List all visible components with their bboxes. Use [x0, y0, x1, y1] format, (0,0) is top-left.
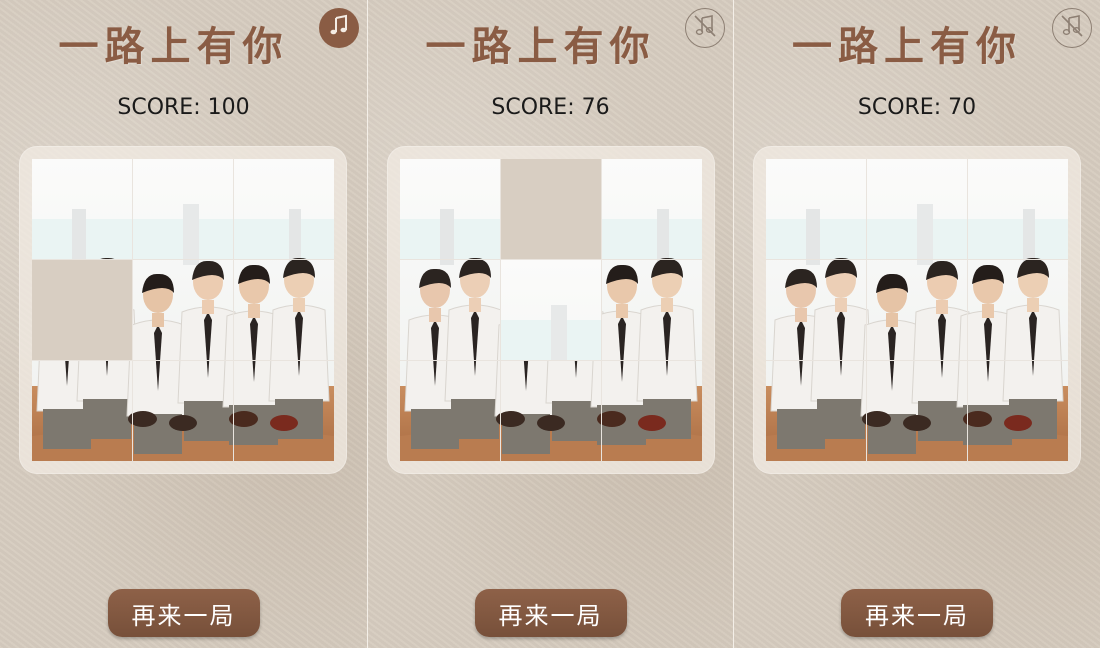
tile-photo-piece: [133, 361, 233, 461]
score-label: SCORE: 70: [857, 95, 977, 120]
puzzle-tile[interactable]: [133, 361, 233, 461]
tile-photo-piece: [32, 361, 132, 461]
puzzle-tile[interactable]: [234, 260, 334, 360]
tile-photo-piece: [501, 361, 601, 461]
puzzle-tile[interactable]: [32, 159, 132, 259]
puzzle-grid: [32, 159, 334, 461]
music-note-icon: [325, 12, 353, 44]
puzzle-tile[interactable]: [602, 361, 702, 461]
puzzle-tile[interactable]: [867, 260, 967, 360]
game-title: 一路上有你: [425, 24, 656, 70]
tile-photo-piece: [766, 159, 866, 259]
tile-photo-piece: [133, 260, 233, 360]
tile-photo-piece: [234, 361, 334, 461]
tile-photo-piece: [766, 260, 866, 360]
tile-photo-piece: [867, 159, 967, 259]
puzzle-tile[interactable]: [234, 159, 334, 259]
puzzle-board: [387, 146, 715, 474]
puzzle-tile[interactable]: [968, 159, 1068, 259]
tile-photo-piece: [501, 260, 601, 360]
puzzle-board: [753, 146, 1081, 474]
puzzle-grid: [400, 159, 702, 461]
puzzle-tile[interactable]: [766, 361, 866, 461]
puzzle-tile[interactable]: [766, 260, 866, 360]
music-toggle-button[interactable]: [1052, 8, 1092, 48]
music-muted-icon: [691, 12, 719, 44]
tile-photo-piece: [32, 159, 132, 259]
screens-strip: 一路上有你 SCORE: 100 再来一局 一路上有你 SCORE: 76 再来…: [0, 0, 1100, 648]
tile-photo-piece: [602, 260, 702, 360]
puzzle-tile[interactable]: [234, 361, 334, 461]
game-screen-1: 一路上有你 SCORE: 100 再来一局: [0, 0, 368, 648]
puzzle-tile[interactable]: [400, 159, 500, 259]
tile-photo-piece: [234, 159, 334, 259]
tile-photo-piece: [234, 260, 334, 360]
music-muted-icon: [1058, 12, 1086, 44]
puzzle-tile[interactable]: [766, 159, 866, 259]
puzzle-tile[interactable]: [867, 361, 967, 461]
puzzle-tile[interactable]: [501, 361, 601, 461]
tile-photo-piece: [766, 361, 866, 461]
tile-photo-piece: [968, 260, 1068, 360]
game-title: 一路上有你: [792, 24, 1022, 70]
tile-photo-piece: [602, 159, 702, 259]
game-title: 一路上有你: [58, 24, 289, 70]
tile-photo-piece: [400, 159, 500, 259]
tile-photo-piece: [968, 159, 1068, 259]
empty-slot: [501, 159, 601, 259]
game-screen-3: 一路上有你 SCORE: 70 再来一局: [734, 0, 1100, 648]
tile-photo-piece: [867, 361, 967, 461]
tile-photo-piece: [867, 260, 967, 360]
score-label: SCORE: 100: [117, 95, 250, 120]
puzzle-tile[interactable]: [133, 159, 233, 259]
puzzle-tile[interactable]: [968, 260, 1068, 360]
puzzle-tile[interactable]: [501, 260, 601, 360]
tile-photo-piece: [400, 361, 500, 461]
tile-photo-piece: [400, 260, 500, 360]
puzzle-board: [19, 146, 347, 474]
music-toggle-button[interactable]: [319, 8, 359, 48]
score-label: SCORE: 76: [491, 95, 610, 120]
puzzle-tile[interactable]: [602, 260, 702, 360]
game-screen-2: 一路上有你 SCORE: 76 再来一局: [368, 0, 734, 648]
tile-photo-piece: [968, 361, 1068, 461]
puzzle-tile[interactable]: [400, 260, 500, 360]
music-toggle-button[interactable]: [685, 8, 725, 48]
puzzle-grid: [766, 159, 1068, 461]
restart-button[interactable]: 再来一局: [474, 589, 627, 637]
empty-slot: [32, 260, 132, 360]
puzzle-tile[interactable]: [602, 159, 702, 259]
tile-photo-piece: [133, 159, 233, 259]
tile-photo-piece: [602, 361, 702, 461]
puzzle-tile[interactable]: [867, 159, 967, 259]
puzzle-tile[interactable]: [133, 260, 233, 360]
puzzle-tile[interactable]: [32, 361, 132, 461]
puzzle-tile[interactable]: [400, 361, 500, 461]
restart-button[interactable]: 再来一局: [841, 589, 993, 637]
restart-button[interactable]: 再来一局: [107, 589, 260, 637]
puzzle-tile[interactable]: [968, 361, 1068, 461]
